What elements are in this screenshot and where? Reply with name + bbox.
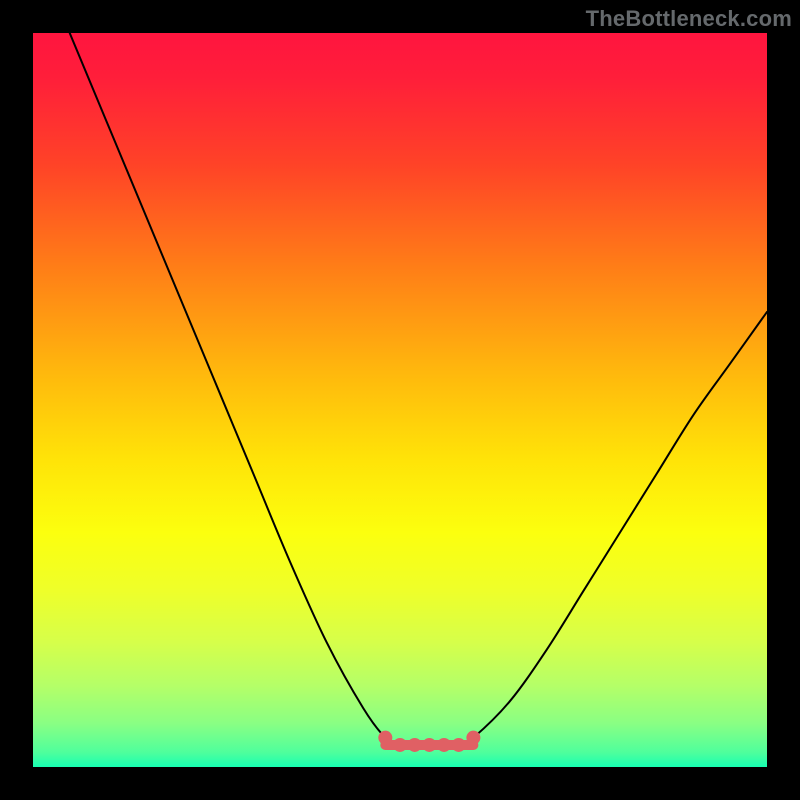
curve-marker [393,738,407,752]
curve-marker [408,738,422,752]
chart-svg [33,33,767,767]
curve-marker [378,731,392,745]
curve-marker [437,738,451,752]
curve-marker [466,731,480,745]
curve-marker [452,738,466,752]
plot-area [33,33,767,767]
chart-frame: TheBottleneck.com [0,0,800,800]
bottleneck-curve [70,33,767,746]
curve-marker [422,738,436,752]
watermark-text: TheBottleneck.com [586,6,792,32]
